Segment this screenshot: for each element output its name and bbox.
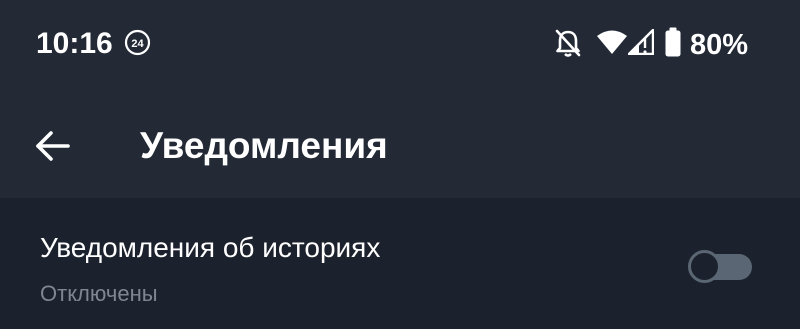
badge-24-label: 24 [131,38,144,50]
battery-percentage: 80% [690,29,749,61]
page-title: Уведомления [140,125,388,166]
notifications-screen: 10:16 24 80% Уведомления Уведомления об … [0,0,800,329]
setting-status: Отключены [40,281,158,306]
signal-icon [627,28,655,60]
app-bar: Уведомления [0,100,800,190]
status-time: 10:16 [36,27,113,60]
notifications-off-icon [554,28,582,63]
story-notifications-setting[interactable]: Уведомления об историях Отключены [0,198,800,329]
back-button[interactable] [28,122,76,170]
battery-icon [664,27,682,62]
wifi-icon [596,29,628,60]
arrow-left-icon [36,131,70,161]
setting-title: Уведомления об историях [40,232,381,263]
badge-24-icon: 24 [124,29,151,56]
status-bar: 10:16 24 80% [0,0,800,86]
header: 10:16 24 80% Уведомления [0,0,800,198]
toggle-thumb [688,250,721,283]
story-notifications-toggle[interactable] [688,250,752,283]
